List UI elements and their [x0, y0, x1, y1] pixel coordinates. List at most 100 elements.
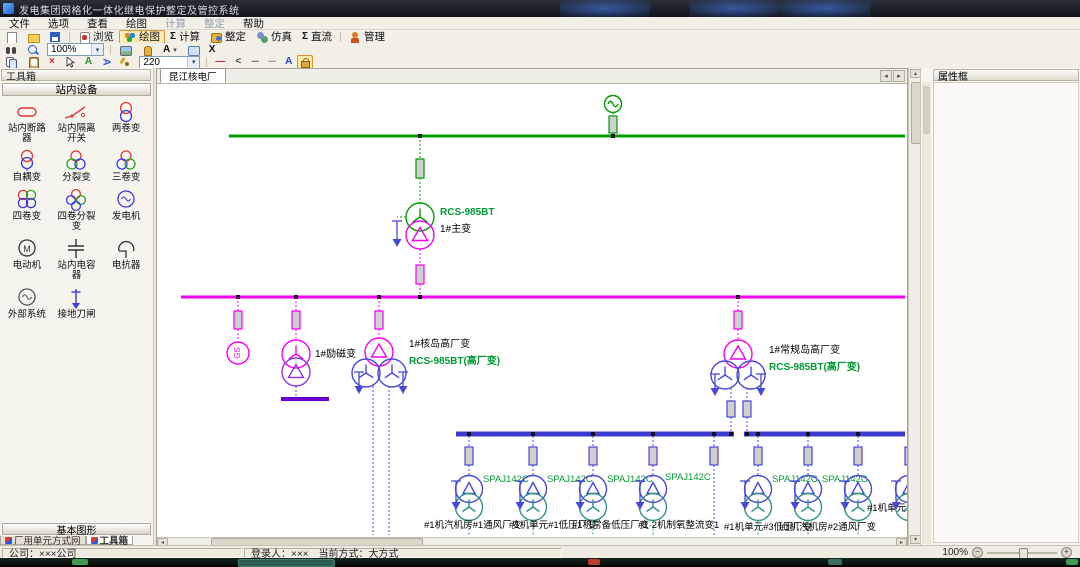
toolbox-item-four-winding-transformer[interactable]: 四卷变 — [2, 186, 52, 232]
aero-glow — [560, 0, 650, 17]
menu-bar: 文件 选项 查看 绘图 计算 整定 帮助 — [0, 17, 1080, 30]
two-winding-transformer-icon — [111, 100, 141, 124]
status-zoom-control: 100% − + — [942, 547, 1072, 558]
manage-button[interactable]: 管理 — [344, 30, 390, 44]
svg-text:M: M — [23, 244, 31, 254]
tab-toolbox[interactable]: 工具箱 — [86, 536, 134, 545]
menu-options[interactable]: 选项 — [39, 16, 78, 31]
status-company: 公司：×××公司 — [2, 548, 242, 558]
copy-icon — [5, 56, 17, 68]
save-button[interactable] — [44, 30, 66, 44]
format-brush-button[interactable] — [114, 55, 136, 69]
setting-button[interactable]: 整定 — [205, 30, 251, 44]
toolbox-item-breaker[interactable]: 站内断路器 — [2, 98, 52, 144]
single-line-diagram[interactable]: RCS-985BT 1#主变 GS — [157, 83, 907, 537]
rotate-left-button[interactable]: A — [80, 55, 97, 69]
toolbox-item-disconnector[interactable]: 站内隔离开关 — [52, 98, 102, 144]
toolbox-item-autotransformer[interactable]: 自耦变 — [2, 147, 52, 183]
picture-frame-button[interactable] — [182, 43, 204, 57]
toolbox-item-external-system[interactable]: 外部系统 — [2, 284, 52, 320]
toolbox-item-split-transformer[interactable]: 分裂变 — [52, 147, 102, 183]
taskbar-item[interactable] — [1066, 559, 1078, 565]
toolbox-item-two-winding-transformer[interactable]: 两卷变 — [101, 98, 151, 144]
breaker-symbol — [292, 311, 300, 329]
external-system-icon — [12, 286, 42, 310]
toolbox-item-motor[interactable]: M 电动机 — [2, 235, 52, 281]
ground-arrow-icon — [354, 372, 364, 386]
open-file-button[interactable] — [22, 30, 44, 44]
voltage-combo[interactable]: 220▾ — [139, 56, 200, 69]
dot-tool-button[interactable]: --- — [263, 55, 280, 69]
status-bar: 公司：×××公司 登录人：××× 当前方式：大方式 100% − + — [0, 545, 1080, 559]
zoom-in-icon[interactable]: + — [1061, 547, 1072, 558]
taskbar-item[interactable] — [828, 559, 842, 565]
menu-file[interactable]: 文件 — [0, 16, 39, 31]
tab-icon — [91, 537, 98, 544]
line-tool-button[interactable]: — — [210, 55, 230, 69]
diagram-canvas[interactable]: 昆江核电厂 ◂▸ — [156, 68, 908, 545]
select-button[interactable] — [60, 55, 80, 69]
calculate-button[interactable]: Σ计算 — [165, 30, 205, 44]
conventional-transformer-name-label: 1#常规岛高厂变 — [769, 343, 840, 356]
pan-button[interactable] — [136, 43, 158, 57]
browse-button[interactable]: 浏览 — [73, 30, 119, 44]
toolbox-item-ground-switch[interactable]: 接地刀闸 — [52, 284, 102, 320]
feeder-8[interactable] — [891, 436, 907, 535]
breaker-symbol — [743, 401, 751, 417]
new-file-button[interactable] — [0, 30, 22, 44]
canvas-tab-active[interactable]: 昆江核电厂 — [160, 68, 226, 83]
dash-tool-button[interactable]: --- — [246, 55, 263, 69]
four-winding-split-transformer-icon — [61, 188, 91, 212]
taskbar — [0, 558, 1080, 566]
zoom-slider[interactable] — [987, 552, 1057, 554]
delete-button[interactable]: × — [44, 55, 60, 69]
rotate-right-button[interactable]: A — [97, 55, 114, 69]
zoom-out-icon[interactable]: − — [972, 547, 983, 558]
polyline-tool-button[interactable]: < — [230, 55, 246, 69]
four-winding-transformer-icon — [12, 188, 42, 212]
binoculars-icon — [5, 44, 17, 56]
properties-header: 属性框 — [933, 69, 1079, 81]
taskbar-item[interactable] — [588, 559, 600, 565]
tab-scroll-right-icon[interactable]: ▸ — [893, 70, 905, 82]
magnifier-icon — [27, 44, 39, 56]
generator-unit[interactable]: GS — [227, 297, 249, 364]
font-button[interactable]: A▾ — [158, 43, 182, 57]
lock-toggle[interactable] — [297, 55, 313, 69]
chevron-down-icon: ▾ — [187, 57, 199, 68]
main-transformer-name-label: 1#主变 — [440, 222, 471, 235]
tab-icon — [5, 537, 12, 544]
toolbox-item-four-winding-split-transformer[interactable]: 四卷分裂变 — [52, 186, 102, 232]
toolbox-item-reactor[interactable]: 电抗器 — [101, 235, 151, 281]
app-icon — [3, 3, 14, 14]
tab-scroll-left-icon[interactable]: ◂ — [880, 70, 892, 82]
panel-scroll-thumb[interactable] — [923, 86, 930, 134]
panel-scrollbar[interactable] — [922, 82, 931, 544]
tab-plant-unit-mode[interactable]: 厂用单元方式网 — [0, 536, 86, 545]
main-area: 工具箱 站内设备 站内断路器 站内隔离开关 两卷变 自耦变 分裂变 三卷变 — [0, 68, 1080, 545]
feeder-4[interactable]: SPAJ142C #1·2机制氧整流变1 — [635, 436, 719, 535]
status-login: 登录人：××× 当前方式：大方式 — [244, 548, 562, 558]
toolbox-item-capacitor[interactable]: 站内电容器 — [52, 235, 102, 281]
breaker-symbol — [727, 401, 735, 417]
taskbar-item[interactable] — [72, 559, 88, 565]
simulation-button[interactable]: 仿真 — [251, 30, 297, 44]
paste-icon — [27, 56, 39, 68]
excitation-transformer[interactable]: 1#励磁变 — [281, 297, 356, 399]
svg-text:SPAJ142C: SPAJ142C — [607, 474, 653, 485]
feeder-7[interactable]: SPAJ142C #1机单元#2低压厂 — [840, 436, 907, 535]
conventional-island-aux-transformer[interactable]: 1#常规岛高厂变 RCS-985BT(高厂变) — [710, 297, 860, 434]
external-system-symbol[interactable] — [605, 96, 622, 139]
dc-button[interactable]: Σ直流 — [297, 30, 337, 44]
vertical-scrollbar[interactable]: ▴ ▾ — [908, 68, 920, 545]
generator-icon — [111, 188, 141, 212]
hand-icon — [141, 44, 153, 56]
toolbox-item-generator[interactable]: 发电机 — [101, 186, 151, 232]
sigma-dc-icon: Σ — [302, 31, 308, 43]
station-equipment-section[interactable]: 站内设备 — [2, 83, 151, 96]
draw-button[interactable]: 绘图 — [119, 30, 165, 44]
text-tool-button[interactable]: A — [280, 55, 297, 69]
main-transformer-branch[interactable]: RCS-985BT 1#主变 — [392, 134, 494, 297]
toolbox-item-three-winding-transformer[interactable]: 三卷变 — [101, 147, 151, 183]
sigma-icon: Σ — [170, 31, 176, 43]
